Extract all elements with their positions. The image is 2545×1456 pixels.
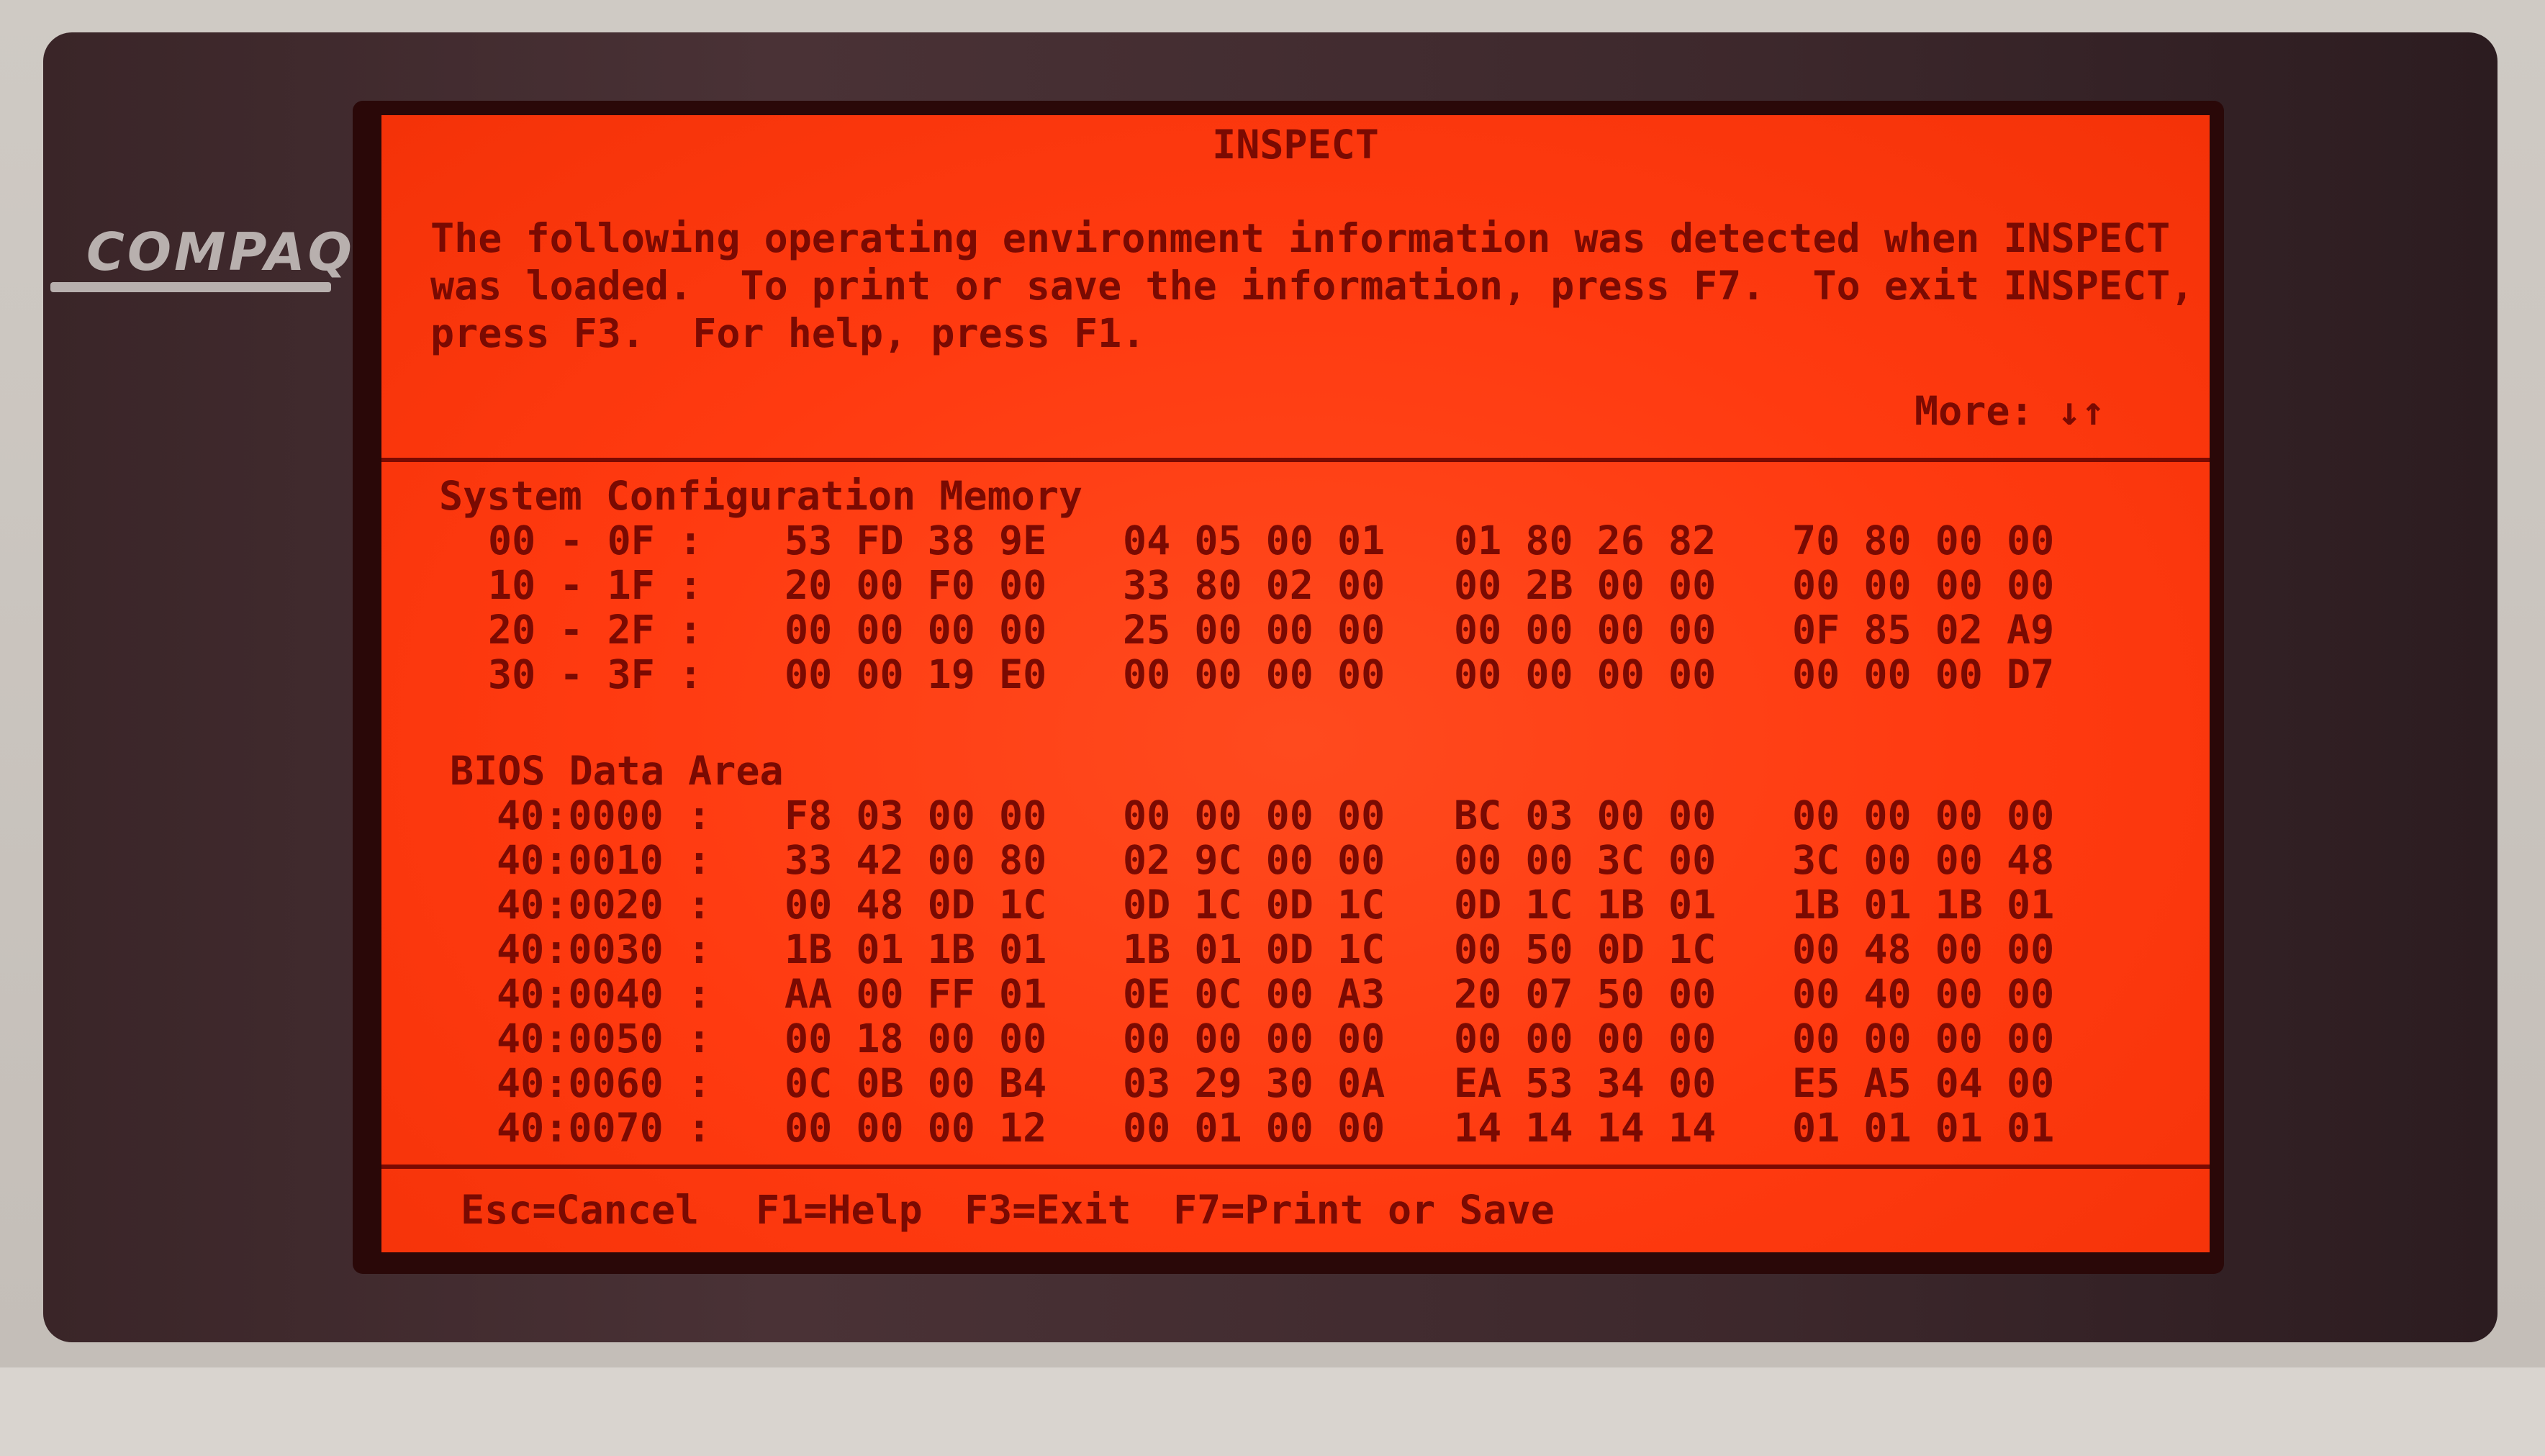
- memory-byte-group: BC 03 00 00: [1454, 792, 1717, 838]
- memory-address-label: 40:0070 :: [497, 1105, 712, 1151]
- memory-byte-group: 00 00 00 00: [1792, 1016, 2055, 1062]
- memory-row: 40:0050 : 00 18 00 00 00 00 00 00 00 00 00 …: [381, 1016, 2210, 1061]
- memory-address-label: 20 - 2F :: [488, 607, 703, 653]
- memory-byte-group: 00 00 00 00: [1454, 651, 1717, 697]
- memory-row: 00 - 0F : 53 FD 38 9E 04 05 00 01 01 80 26 …: [381, 518, 2210, 563]
- memory-row: 40:0060 : 0C 0B 00 B4 03 29 30 0A EA 53 34 …: [381, 1061, 2210, 1105]
- memory-byte-group: 33 42 00 80: [785, 837, 1047, 883]
- memory-byte-group: 00 50 0D 1C: [1454, 926, 1717, 972]
- f7-print-save-key[interactable]: F7=Print or Save: [1173, 1188, 1555, 1232]
- memory-byte-group: 03 29 30 0A: [1123, 1060, 1385, 1106]
- esc-cancel-key[interactable]: Esc=Cancel: [461, 1188, 699, 1232]
- memory-byte-group: 0F 85 02 A9: [1792, 607, 2055, 653]
- intro-line-2: was loaded. To print or save the informa…: [430, 263, 2194, 309]
- memory-row: 30 - 3F : 00 00 19 E0 00 00 00 00 00 00 00 …: [381, 652, 2210, 697]
- header-divider: [381, 458, 2210, 462]
- memory-byte-group: 00 00 00 00: [1792, 792, 2055, 838]
- crt-display: INSPECT The following operating environm…: [381, 115, 2210, 1252]
- memory-address-label: 30 - 3F :: [488, 651, 703, 697]
- memory-byte-group: 1B 01 1B 01: [1792, 882, 2055, 928]
- memory-address-label: 40:0010 :: [497, 837, 712, 883]
- memory-byte-group: 00 00 00 00: [1454, 607, 1717, 653]
- memory-address-label: 40:0050 :: [497, 1016, 712, 1062]
- memory-byte-group: AA 00 FF 01: [785, 971, 1047, 1017]
- memory-byte-group: 33 80 02 00: [1123, 562, 1385, 608]
- memory-byte-group: 0C 0B 00 B4: [785, 1060, 1047, 1106]
- memory-address-label: 40:0030 :: [497, 926, 712, 972]
- memory-address-label: 40:0040 :: [497, 971, 712, 1017]
- memory-byte-group: 01 01 01 01: [1792, 1105, 2055, 1151]
- memory-byte-group: 53 FD 38 9E: [785, 517, 1047, 564]
- memory-byte-group: F8 03 00 00: [785, 792, 1047, 838]
- memory-row: 40:0020 : 00 48 0D 1C 0D 1C 0D 1C 0D 1C 1B …: [381, 882, 2210, 927]
- logo-stripe: [50, 282, 331, 292]
- memory-address-label: 00 - 0F :: [488, 517, 703, 564]
- memory-row: 40:0010 : 33 42 00 80 02 9C 00 00 00 00 3C …: [381, 838, 2210, 882]
- section-heading: System Configuration Memory: [439, 473, 1083, 519]
- memory-byte-group: 00 00 00 00: [1123, 792, 1385, 838]
- memory-byte-group: 00 00 00 00: [785, 607, 1047, 653]
- memory-byte-group: 04 05 00 01: [1123, 517, 1385, 564]
- memory-byte-group: 00 40 00 00: [1792, 971, 2055, 1017]
- memory-row: 10 - 1F : 20 00 F0 00 33 80 02 00 00 2B 00 …: [381, 563, 2210, 607]
- memory-address-label: 40:0020 :: [497, 882, 712, 928]
- intro-line-3: press F3. For help, press F1.: [430, 310, 1146, 356]
- function-key-bar: Esc=Cancel F1=Help F3=Exit F7=Print or S…: [381, 1188, 2210, 1232]
- memory-byte-group: 00 00 19 E0: [785, 651, 1047, 697]
- memory-byte-group: 00 00 3C 00: [1454, 837, 1717, 883]
- memory-byte-group: 00 00 00 00: [1123, 1016, 1385, 1062]
- more-indicator[interactable]: More: ↓↑: [1915, 389, 2105, 433]
- memory-byte-group: 00 00 00 00: [1123, 651, 1385, 697]
- memory-row: 40:0000 : F8 03 00 00 00 00 00 00 BC 03 00 …: [381, 793, 2210, 838]
- memory-byte-group: 00 48 00 00: [1792, 926, 2055, 972]
- memory-byte-group: 00 00 00 00: [1454, 1016, 1717, 1062]
- f1-help-key[interactable]: F1=Help: [756, 1188, 923, 1232]
- memory-byte-group: 20 07 50 00: [1454, 971, 1717, 1017]
- memory-byte-group: 70 80 00 00: [1792, 517, 2055, 564]
- memory-address-label: 40:0000 :: [497, 792, 712, 838]
- memory-address-label: 10 - 1F :: [488, 562, 703, 608]
- memory-byte-group: E5 A5 04 00: [1792, 1060, 2055, 1106]
- memory-byte-group: 00 00 00 12: [785, 1105, 1047, 1151]
- memory-byte-group: 25 00 00 00: [1123, 607, 1385, 653]
- memory-byte-group: 02 9C 00 00: [1123, 837, 1385, 883]
- memory-byte-group: 14 14 14 14: [1454, 1105, 1717, 1151]
- memory-byte-group: 00 00 00 D7: [1792, 651, 2055, 697]
- memory-row: 40:0070 : 00 00 00 12 00 01 00 00 14 14 14 …: [381, 1105, 2210, 1150]
- memory-byte-group: EA 53 34 00: [1454, 1060, 1717, 1106]
- memory-byte-group: 1B 01 1B 01: [785, 926, 1047, 972]
- memory-row: 20 - 2F : 00 00 00 00 25 00 00 00 00 00 00 …: [381, 607, 2210, 652]
- section-heading: BIOS Data Area: [450, 748, 784, 794]
- memory-byte-group: 01 80 26 82: [1454, 517, 1717, 564]
- memory-address-label: 40:0060 :: [497, 1060, 712, 1106]
- memory-byte-group: 20 00 F0 00: [785, 562, 1047, 608]
- memory-byte-group: 00 01 00 00: [1123, 1105, 1385, 1151]
- f3-exit-key[interactable]: F3=Exit: [964, 1188, 1131, 1232]
- memory-byte-group: 00 00 00 00: [1792, 562, 2055, 608]
- memory-byte-group: 00 18 00 00: [785, 1016, 1047, 1062]
- footer-divider: [381, 1165, 2210, 1169]
- window-title: INSPECT: [1212, 122, 1379, 168]
- memory-byte-group: 3C 00 00 48: [1792, 837, 2055, 883]
- memory-byte-group: 00 2B 00 00: [1454, 562, 1717, 608]
- memory-row: 40:0030 : 1B 01 1B 01 1B 01 0D 1C 00 50 0D …: [381, 927, 2210, 972]
- memory-byte-group: 0D 1C 0D 1C: [1123, 882, 1385, 928]
- memory-byte-group: 1B 01 0D 1C: [1123, 926, 1385, 972]
- memory-byte-group: 0D 1C 1B 01: [1454, 882, 1717, 928]
- intro-line-1: The following operating environment info…: [430, 215, 2171, 261]
- memory-row: 40:0040 : AA 00 FF 01 0E 0C 00 A3 20 07 50 …: [381, 972, 2210, 1016]
- memory-byte-group: 0E 0C 00 A3: [1123, 971, 1385, 1017]
- memory-byte-group: 00 48 0D 1C: [785, 882, 1047, 928]
